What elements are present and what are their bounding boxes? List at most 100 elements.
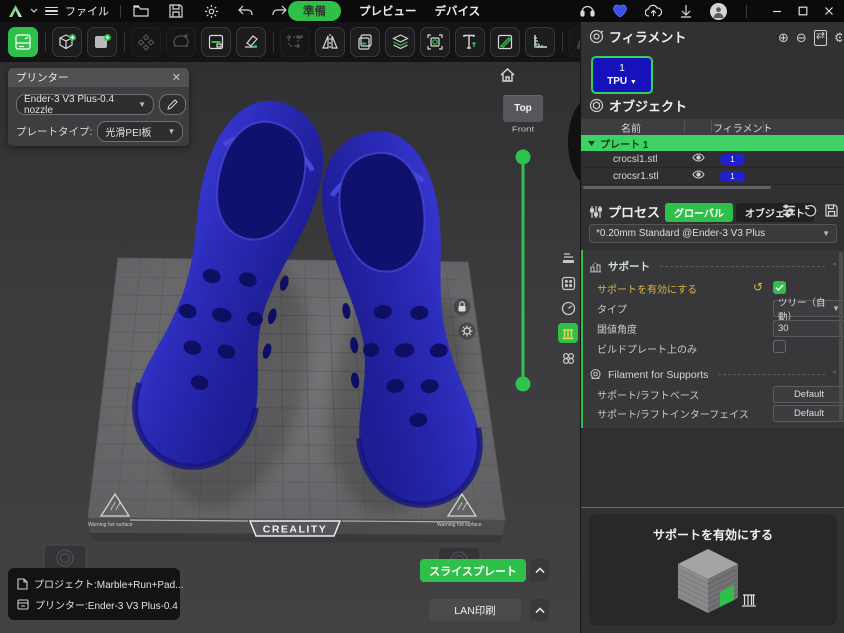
object-row-crocsr1[interactable]: crocsr1.stl 1: [581, 168, 844, 185]
collapse-caret-icon[interactable]: [588, 141, 595, 146]
clipping-slider-bottom-handle[interactable]: [516, 377, 531, 392]
tab-global[interactable]: グローバル: [665, 203, 733, 222]
measure-tool-button[interactable]: [525, 27, 555, 57]
download-icon[interactable]: [677, 2, 695, 20]
open-folder-icon[interactable]: [132, 2, 150, 20]
swap-filament-icon[interactable]: ⇄: [814, 30, 827, 46]
col-name: 名前: [621, 120, 641, 135]
printer-edit-button[interactable]: [159, 94, 186, 115]
support-type-select[interactable]: ツリー（自動） ▼: [773, 300, 844, 317]
seam-paint-button[interactable]: [236, 27, 266, 57]
svg-text:Warning hot surface: Warning hot surface: [437, 522, 482, 528]
plate-row[interactable]: プレート 1: [581, 135, 844, 151]
undo-icon[interactable]: [237, 2, 255, 20]
visibility-eye-icon[interactable]: [692, 170, 705, 182]
tab-preview[interactable]: プレビュー: [359, 3, 417, 19]
merge-objects-button[interactable]: [201, 27, 231, 57]
transform-button[interactable]: [280, 27, 310, 57]
filament-settings-icon[interactable]: ⚙: [834, 30, 842, 46]
support-interface-select[interactable]: Default: [773, 405, 844, 422]
hamburger-menu-icon[interactable]: [45, 7, 58, 16]
plate-lock-icon[interactable]: [454, 299, 471, 316]
headset-icon[interactable]: [578, 2, 596, 20]
viewcube-front-label[interactable]: Front: [506, 125, 540, 134]
support-base-select[interactable]: Default: [773, 386, 844, 403]
window-maximize-button[interactable]: [798, 6, 808, 16]
mirror-button[interactable]: [315, 27, 345, 57]
speed-gauge-icon[interactable]: [558, 298, 578, 318]
chevron-down-icon[interactable]: [30, 8, 38, 14]
cloud-upload-icon[interactable]: [644, 2, 662, 20]
save-preset-icon[interactable]: [825, 204, 838, 217]
preset-select[interactable]: *0.20mm Standard @Ender-3 V3 Plus ▼: [589, 224, 837, 243]
printer-panel: プリンター ✕ Ender-3 V3 Plus-0.4 nozzle ▼ プレー…: [8, 68, 189, 146]
redo-icon[interactable]: [270, 2, 288, 20]
auto-arrange-button[interactable]: [131, 27, 161, 57]
object-row-crocsl1[interactable]: crocsl1.stl 1: [581, 151, 844, 168]
support-interface-value: Default: [794, 408, 824, 419]
app-logo[interactable]: [8, 4, 23, 18]
preset-list-icon[interactable]: [782, 204, 796, 217]
plate-settings-button[interactable]: [8, 27, 38, 57]
home-view-icon[interactable]: [499, 67, 516, 83]
filament-section-title: フィラメント: [609, 27, 686, 46]
collapse-caret-icon[interactable]: ⌃: [831, 262, 838, 271]
pattern-table-icon[interactable]: [558, 273, 578, 293]
visibility-eye-icon[interactable]: [692, 153, 705, 165]
printer-select[interactable]: Ender-3 V3 Plus-0.4 nozzle ▼: [16, 94, 154, 115]
history-reset-icon[interactable]: [804, 204, 817, 217]
threshold-angle-label: 閾値角度: [597, 321, 637, 336]
printer-panel-header[interactable]: プリンター ✕: [8, 68, 189, 87]
layer-list-icon[interactable]: [558, 248, 578, 268]
add-plate-button[interactable]: [87, 27, 117, 57]
object-section-title: オブジェクト: [609, 96, 687, 115]
minus-circle-icon[interactable]: ⊖: [796, 30, 807, 46]
titlebar: ファイル 準備 プレビュー デバイス: [0, 0, 844, 22]
settings-gear-icon[interactable]: [202, 2, 220, 20]
file-menu[interactable]: ファイル: [65, 3, 109, 19]
window-close-button[interactable]: [824, 6, 834, 16]
cloud-heart-icon[interactable]: [611, 2, 629, 20]
paint-tool-button[interactable]: [490, 27, 520, 57]
viewport-3d[interactable]: CREALITY Warning hot surface Warning hot…: [0, 62, 580, 633]
horizontal-scrollbar[interactable]: [583, 186, 771, 189]
split-plates-button[interactable]: [385, 27, 415, 57]
close-icon[interactable]: ✕: [172, 71, 181, 84]
lan-print-button[interactable]: LAN印刷: [429, 599, 521, 621]
cut-button[interactable]: [420, 27, 450, 57]
multi-plate-icon[interactable]: [558, 348, 578, 368]
enable-support-checkbox[interactable]: [773, 281, 786, 294]
add-model-button[interactable]: [52, 27, 82, 57]
filament-badge[interactable]: 1: [720, 154, 745, 165]
lan-options-button[interactable]: [530, 599, 549, 621]
viewcube-top-face[interactable]: Top: [503, 95, 543, 122]
buildplate-only-checkbox[interactable]: [773, 340, 786, 353]
tab-device[interactable]: デバイス: [435, 3, 481, 19]
slice-options-button[interactable]: [530, 559, 549, 582]
document-icon: [17, 578, 28, 590]
user-avatar[interactable]: [710, 3, 727, 20]
clipping-slider-top-handle[interactable]: [516, 150, 531, 165]
support-section-title: サポート: [608, 259, 650, 274]
support-tool-icon[interactable]: [558, 323, 578, 343]
collapse-caret-icon[interactable]: ⌃: [831, 370, 838, 379]
auto-orient-button[interactable]: [166, 27, 196, 57]
clone-button[interactable]: [350, 27, 380, 57]
plate-gear-icon[interactable]: [459, 323, 476, 340]
text-tool-button[interactable]: [455, 27, 485, 57]
object-name: crocsl1.stl: [613, 154, 657, 165]
window-minimize-button[interactable]: [772, 6, 782, 16]
save-icon[interactable]: [167, 2, 185, 20]
filament-badge[interactable]: 1: [720, 171, 745, 182]
vertical-scrollbar[interactable]: [839, 252, 843, 422]
slice-plate-button[interactable]: スライスプレート: [420, 559, 526, 582]
support-section-icon: [589, 261, 602, 273]
threshold-angle-input[interactable]: [773, 320, 844, 337]
plate-type-select[interactable]: 光滑PEI板 ▼: [97, 121, 183, 142]
filament-slot-1[interactable]: 1 TPU ▼: [591, 56, 653, 94]
reset-to-default-icon[interactable]: ↺: [753, 281, 763, 293]
support-section-subheader: サポート ⌃: [589, 259, 838, 274]
buildplate-only-label: ビルドプレート上のみ: [597, 341, 697, 356]
tab-prepare[interactable]: 準備: [288, 1, 341, 21]
plus-circle-icon[interactable]: ⊕: [778, 30, 789, 46]
